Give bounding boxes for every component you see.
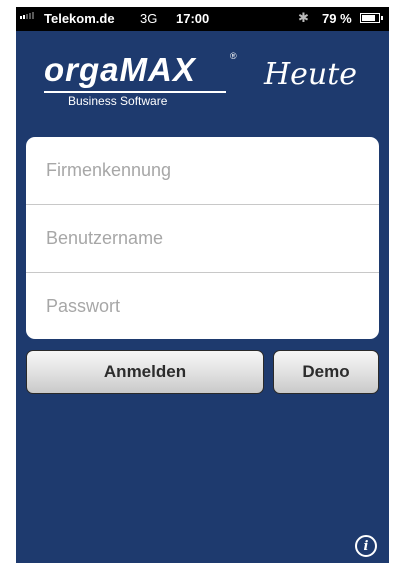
battery-percent: 79 % bbox=[322, 11, 352, 26]
carrier-name: Telekom.de bbox=[44, 11, 115, 26]
signal-strength-icon bbox=[20, 12, 34, 19]
logo-underline bbox=[44, 91, 226, 93]
password-input[interactable] bbox=[26, 273, 379, 340]
logo-subtitle: Business Software bbox=[68, 94, 168, 108]
company-id-input[interactable] bbox=[26, 137, 379, 204]
clock: 17:00 bbox=[176, 11, 210, 26]
orgamax-logo: orgaMAX ® Business Software bbox=[44, 51, 244, 111]
battery-icon bbox=[360, 13, 383, 23]
username-input[interactable] bbox=[26, 205, 379, 272]
bluetooth-icon: ✱ bbox=[298, 10, 309, 25]
username-field-wrap bbox=[26, 205, 379, 272]
network-type: 3G bbox=[140, 11, 158, 26]
registered-mark: ® bbox=[230, 51, 237, 61]
status-bar: Telekom.de 3G 17:00 ✱ 79 % bbox=[16, 7, 389, 31]
info-icon[interactable]: i bbox=[355, 535, 377, 557]
battery-fill bbox=[362, 15, 375, 21]
logo-wordmark: orgaMAX bbox=[44, 51, 196, 88]
demo-button[interactable]: Demo bbox=[273, 350, 379, 394]
password-field-wrap bbox=[26, 273, 379, 340]
heute-logo: Heute bbox=[264, 57, 358, 92]
app-screen: Telekom.de 3G 17:00 ✱ 79 % orgaMAX ® Bus… bbox=[16, 7, 389, 563]
login-form bbox=[26, 137, 379, 340]
company-id-field-wrap bbox=[26, 137, 379, 204]
login-button[interactable]: Anmelden bbox=[26, 350, 264, 394]
